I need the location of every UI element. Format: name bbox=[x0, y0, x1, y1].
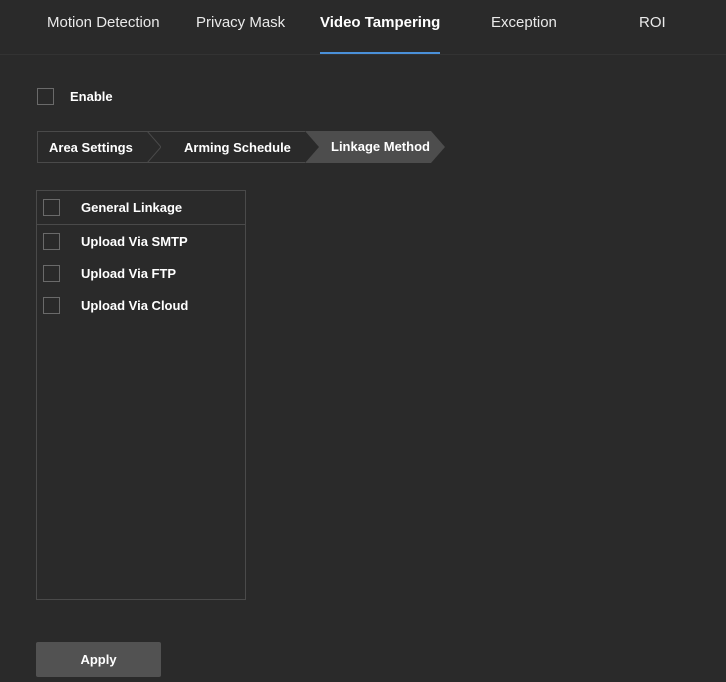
tab-privacy-mask[interactable]: Privacy Mask bbox=[196, 0, 285, 54]
upload-via-ftp-label: Upload Via FTP bbox=[81, 265, 177, 281]
tab-exception[interactable]: Exception bbox=[491, 0, 557, 54]
tab-motion-detection[interactable]: Motion Detection bbox=[47, 0, 160, 54]
upload-via-smtp-checkbox[interactable] bbox=[43, 232, 60, 250]
upload-via-cloud-checkbox[interactable] bbox=[43, 296, 60, 314]
step-arming-schedule[interactable]: Arming Schedule bbox=[161, 131, 305, 163]
general-linkage-row[interactable]: General Linkage bbox=[37, 191, 245, 225]
upload-via-smtp-row[interactable]: Upload Via SMTP bbox=[37, 225, 245, 257]
apply-button[interactable]: Apply bbox=[36, 642, 161, 677]
upload-via-ftp-row[interactable]: Upload Via FTP bbox=[37, 257, 245, 289]
linkage-method-panel: General Linkage Upload Via SMTP Upload V… bbox=[36, 190, 246, 600]
video-tampering-page: Motion Detection Privacy Mask Video Tamp… bbox=[0, 0, 726, 682]
setup-steps: Area Settings Arming Schedule Linkage Me… bbox=[37, 131, 445, 163]
enable-label: Enable bbox=[70, 88, 113, 104]
step-area-settings[interactable]: Area Settings bbox=[37, 131, 161, 163]
upload-via-ftp-checkbox[interactable] bbox=[43, 264, 60, 282]
upload-via-smtp-label: Upload Via SMTP bbox=[81, 233, 188, 249]
upload-via-cloud-row[interactable]: Upload Via Cloud bbox=[37, 289, 245, 321]
upload-via-cloud-label: Upload Via Cloud bbox=[81, 297, 189, 313]
tab-video-tampering[interactable]: Video Tampering bbox=[320, 0, 441, 54]
enable-row[interactable]: Enable bbox=[37, 86, 113, 106]
enable-checkbox[interactable] bbox=[37, 87, 54, 105]
general-linkage-label: General Linkage bbox=[81, 200, 183, 215]
general-linkage-checkbox[interactable] bbox=[43, 199, 60, 216]
step-divider-1 bbox=[147, 131, 161, 163]
step-linkage-method[interactable]: Linkage Method bbox=[305, 131, 445, 163]
tab-roi[interactable]: ROI bbox=[639, 0, 666, 54]
settings-tabs: Motion Detection Privacy Mask Video Tamp… bbox=[0, 0, 726, 55]
